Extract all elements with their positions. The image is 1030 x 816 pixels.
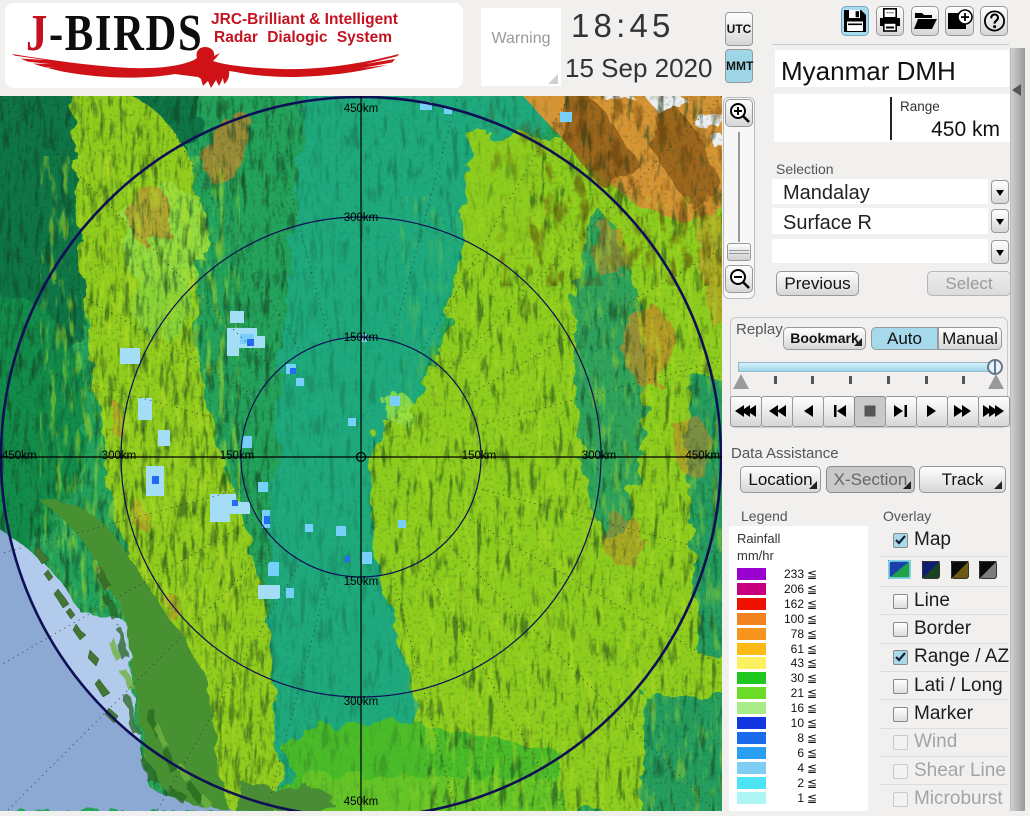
svg-text:450km: 450km — [344, 796, 379, 808]
svg-text:450km: 450km — [344, 103, 379, 115]
svg-text:300km: 300km — [102, 450, 137, 462]
svg-text:450km: 450km — [685, 450, 720, 462]
svg-text:150km: 150km — [344, 576, 379, 588]
svg-text:300km: 300km — [344, 696, 379, 708]
svg-text:300km: 300km — [344, 212, 379, 224]
svg-text:450km: 450km — [2, 450, 37, 462]
svg-text:300km: 300km — [582, 450, 617, 462]
svg-text:150km: 150km — [220, 450, 255, 462]
svg-text:150km: 150km — [344, 332, 379, 344]
svg-text:150km: 150km — [462, 450, 497, 462]
